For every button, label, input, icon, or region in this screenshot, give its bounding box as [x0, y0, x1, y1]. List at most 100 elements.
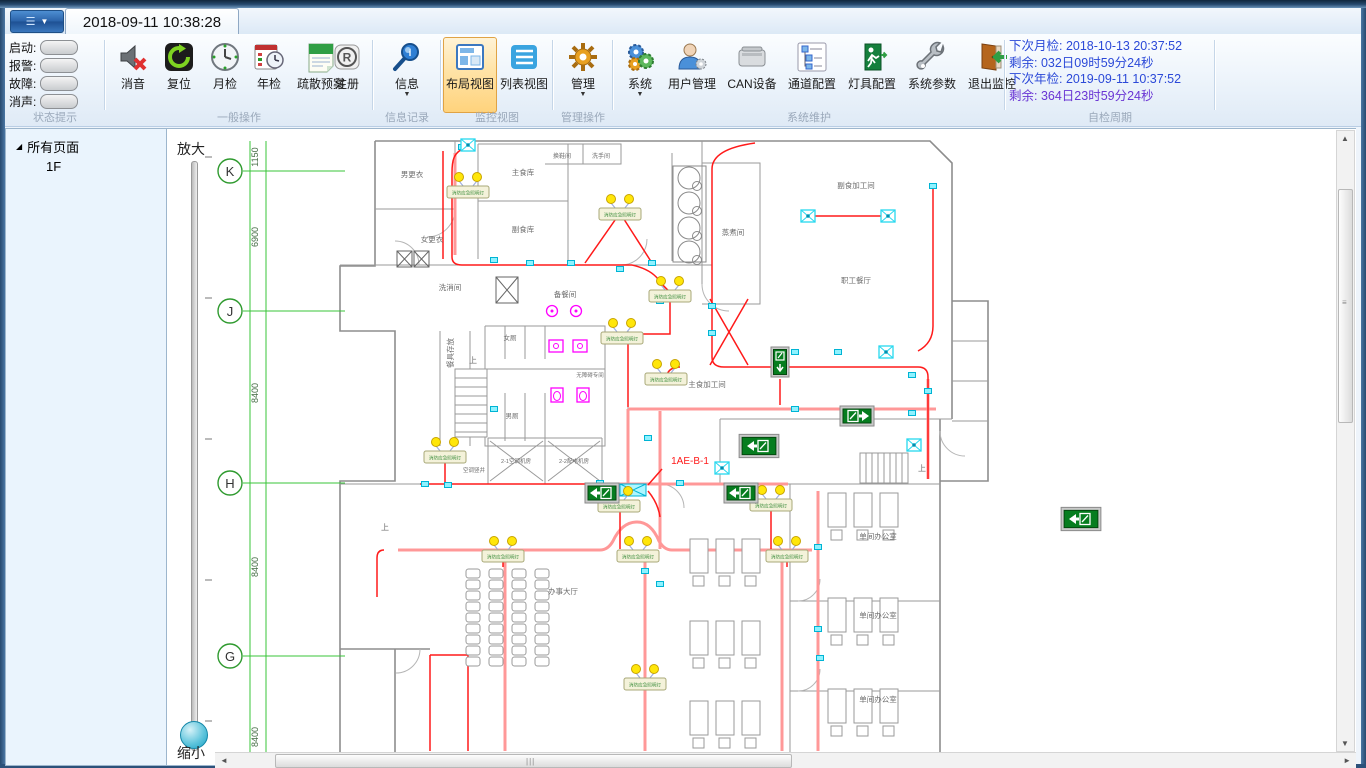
- status-mute-label: 消声:: [9, 93, 36, 110]
- chair: [466, 635, 480, 644]
- group-label-inforecord: 信息记录: [373, 109, 441, 125]
- chair: [489, 569, 503, 578]
- application-menu-button[interactable]: ☰ ▼: [10, 10, 64, 33]
- horizontal-scrollbar[interactable]: ◄ ||| ►: [215, 752, 1356, 768]
- exit-sign: [840, 406, 874, 426]
- room-label: 男厕: [506, 412, 520, 420]
- svg-text:6900: 6900: [250, 227, 260, 247]
- list-view-button[interactable]: 列表视图: [497, 37, 551, 113]
- chair: [535, 580, 549, 589]
- svg-text:8400: 8400: [250, 383, 260, 403]
- chair: [489, 613, 503, 622]
- zoom-out-label: 缩小: [167, 743, 215, 763]
- chair: [466, 569, 480, 578]
- can-device-button[interactable]: CAN设备: [721, 37, 783, 113]
- yearly-remaining: 剩余: 364日23时59分24秒: [1009, 88, 1182, 105]
- room-label: 男更衣: [401, 169, 424, 179]
- wire: [918, 189, 933, 351]
- vertical-scrollbar[interactable]: ▲ ≡ ▼: [1336, 130, 1355, 752]
- ceiling-light: [715, 462, 729, 474]
- manage-button[interactable]: 管理 ▼: [559, 37, 607, 113]
- scroll-left-arrow[interactable]: ◄: [220, 756, 228, 765]
- zoom-slider-track[interactable]: [191, 161, 198, 751]
- junction-box: [568, 261, 575, 266]
- exit-runner-icon: [856, 41, 888, 73]
- scroll-up-arrow[interactable]: ▲: [1341, 134, 1349, 143]
- horizontal-scroll-thumb[interactable]: |||: [275, 754, 792, 768]
- mute-sound-button[interactable]: 消音: [109, 37, 157, 113]
- lamp-tag-label: 消防应急照明灯: [629, 682, 662, 689]
- user-gear-icon: [676, 41, 708, 73]
- desk: [828, 493, 846, 527]
- lamp-tag-label: 消防应急照明灯: [604, 212, 637, 219]
- system-params-button[interactable]: 系统参数: [901, 37, 963, 113]
- junction-box: [815, 545, 822, 550]
- exit-sign: [739, 434, 779, 457]
- info-button[interactable]: i 信息 ▼: [383, 37, 431, 113]
- chevron-down-icon: ▼: [404, 92, 411, 98]
- tree-node-1f[interactable]: 1F: [46, 159, 166, 174]
- junction-box: [422, 482, 429, 487]
- lamp-tag-label: 消防应急照明灯: [429, 455, 462, 462]
- tab-title: 2018-09-11 10:38:28: [83, 14, 221, 31]
- ceiling-light: [881, 210, 895, 222]
- ceiling-light: [461, 139, 475, 151]
- junction-box: [835, 350, 842, 355]
- chair: [466, 624, 480, 633]
- lamp-tag-label: 消防应急照明灯: [622, 554, 655, 561]
- scroll-down-arrow[interactable]: ▼: [1341, 739, 1349, 748]
- tree-node-all-pages[interactable]: ◢ 所有页面: [16, 137, 166, 156]
- exit-sign: [1061, 507, 1101, 530]
- chair: [512, 613, 526, 622]
- layout-view-button[interactable]: 布局视图: [443, 37, 497, 113]
- junction-box: [617, 267, 624, 272]
- gear-icon: [567, 41, 599, 73]
- room-label: 备餐间: [554, 289, 577, 299]
- status-mute-indicator: [40, 94, 78, 109]
- room-label: 洗消间: [439, 282, 462, 292]
- chevron-down-icon: ▼: [637, 92, 644, 98]
- group-label-selfcheck: 自检周期: [1005, 109, 1215, 125]
- lamp-tag-label: 消防应急照明灯: [606, 336, 639, 343]
- lamp-tag-label: 消防应急照明灯: [487, 554, 520, 561]
- scroll-right-arrow[interactable]: ►: [1343, 756, 1351, 765]
- group-maintain: 系统 ▼ 用户管理 CAN设备 通道配置 灯具配置 系统参数 退出监控 系统维护: [613, 34, 1005, 126]
- chair: [512, 635, 526, 644]
- channel-config-button[interactable]: 通道配置: [781, 37, 843, 113]
- chevron-down-icon: ▼: [580, 92, 587, 98]
- room-label: 职工餐厅: [841, 276, 871, 285]
- lamp-tag-label: 消防应急照明灯: [771, 554, 804, 561]
- wire: [430, 655, 468, 751]
- lamp-tag-label: 消防应急照明灯: [654, 294, 687, 301]
- menu-icon: ☰: [26, 15, 36, 28]
- monthly-check-button[interactable]: 月检: [201, 37, 249, 113]
- junction-box: [930, 184, 937, 189]
- room-label: 副食加工间: [837, 180, 875, 190]
- chair: [535, 613, 549, 622]
- room-label: 主食加工间: [688, 379, 726, 389]
- tree-expander-icon[interactable]: ◢: [16, 142, 22, 151]
- desk: [716, 621, 734, 655]
- chair: [466, 613, 480, 622]
- group-label-maintain: 系统维护: [613, 109, 1005, 125]
- vertical-scroll-thumb[interactable]: ≡: [1338, 189, 1353, 423]
- reset-button[interactable]: 复位: [155, 37, 203, 113]
- register-button[interactable]: R 注册: [323, 37, 371, 113]
- lamp-config-button[interactable]: 灯具配置: [841, 37, 903, 113]
- desk: [716, 539, 734, 573]
- junction-box: [491, 407, 498, 412]
- system-button[interactable]: 系统 ▼: [617, 37, 663, 113]
- ceiling-light: [879, 346, 893, 358]
- yearly-check-button[interactable]: 年检: [245, 37, 293, 113]
- junction-box: [709, 304, 716, 309]
- floorplan-canvas[interactable]: KJHG115069008400840084001AE-B-1消防应急照明灯消防…: [215, 128, 1356, 753]
- desk: [742, 621, 760, 655]
- wire: [452, 147, 632, 265]
- chair: [489, 646, 503, 655]
- junction-box: [817, 656, 824, 661]
- svg-text:R: R: [343, 51, 352, 65]
- junction-box: [815, 627, 822, 632]
- active-tab[interactable]: 2018-09-11 10:38:28: [65, 8, 239, 35]
- ceiling-light: [801, 210, 815, 222]
- user-management-button[interactable]: 用户管理: [661, 37, 723, 113]
